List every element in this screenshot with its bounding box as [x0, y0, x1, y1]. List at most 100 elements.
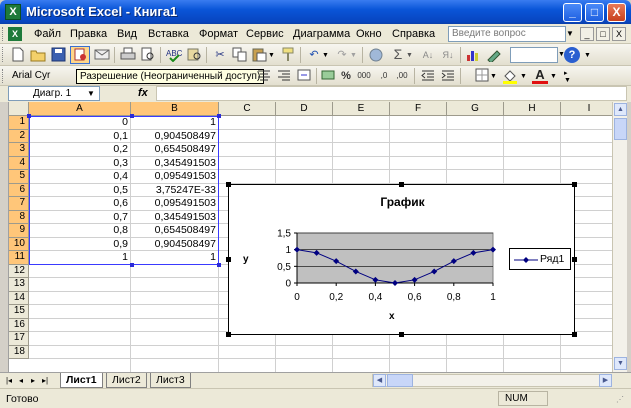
chart-resize-handle[interactable] — [226, 182, 231, 187]
menu-help[interactable]: Справка — [392, 28, 435, 40]
thousands-icon[interactable]: 000 — [356, 68, 372, 84]
cell-a11[interactable]: 1 — [29, 251, 128, 265]
chart-resize-handle[interactable] — [399, 182, 404, 187]
row-header-15[interactable]: 15 — [9, 305, 29, 319]
new-document-icon[interactable] — [10, 47, 26, 63]
spelling-icon[interactable]: ABC — [166, 47, 183, 63]
row-header-8[interactable]: 8 — [9, 210, 29, 224]
fill-color-icon[interactable] — [502, 68, 518, 84]
select-all-corner[interactable] — [9, 102, 29, 116]
copy-icon[interactable] — [232, 47, 248, 63]
cell-b8[interactable]: 0,345491503 — [131, 211, 216, 225]
cell-a3[interactable]: 0,2 — [29, 143, 128, 157]
menu-insert[interactable]: Вставка — [148, 28, 189, 40]
cell-a7[interactable]: 0,6 — [29, 197, 128, 211]
column-header-e[interactable]: E — [333, 102, 390, 116]
cell-a10[interactable]: 0,9 — [29, 238, 128, 252]
scroll-thumb[interactable] — [387, 374, 413, 387]
cell-a9[interactable]: 0,8 — [29, 224, 128, 238]
align-center-icon[interactable] — [256, 68, 272, 84]
sheet-tab-2[interactable]: Лист2 — [106, 373, 147, 388]
drawing-icon[interactable] — [486, 47, 502, 64]
chevron-down-icon[interactable]: ▼ — [350, 52, 357, 59]
decrease-indent-icon[interactable] — [420, 68, 436, 84]
cell-a6[interactable]: 0,5 — [29, 184, 128, 198]
paste-icon[interactable] — [252, 47, 268, 63]
chart-resize-handle[interactable] — [226, 257, 231, 262]
cell-a2[interactable]: 0,1 — [29, 130, 128, 144]
chevron-down-icon[interactable]: ▼ — [550, 73, 557, 80]
cell-b2[interactable]: 0,904508497 — [131, 130, 216, 144]
range-handle[interactable] — [27, 114, 31, 118]
row-header-7[interactable]: 7 — [9, 197, 29, 211]
row-header-2[interactable]: 2 — [9, 129, 29, 143]
title-bar[interactable]: X Microsoft Excel - Книга1 _ □ X — [0, 0, 631, 24]
row-header-12[interactable]: 12 — [9, 264, 29, 278]
menu-edit[interactable]: Правка — [70, 28, 107, 40]
chart-resize-handle[interactable] — [399, 332, 404, 337]
row-header-4[interactable]: 4 — [9, 156, 29, 170]
row-header-13[interactable]: 13 — [9, 278, 29, 292]
column-header-a[interactable]: A — [29, 102, 131, 116]
cell-a8[interactable]: 0,7 — [29, 211, 128, 225]
percent-icon[interactable]: % — [338, 68, 354, 84]
menu-chart[interactable]: Диаграмма — [293, 28, 350, 40]
autosum-icon[interactable]: Σ — [390, 46, 406, 62]
cell-b5[interactable]: 0,095491503 — [131, 170, 216, 184]
borders-icon[interactable] — [474, 68, 490, 84]
sheet-tab-1[interactable]: Лист1 — [60, 373, 103, 388]
column-header-g[interactable]: G — [447, 102, 504, 116]
column-header-i[interactable]: I — [561, 102, 618, 116]
next-sheet-icon[interactable]: ▸ — [28, 375, 38, 386]
chart-resize-handle[interactable] — [572, 332, 577, 337]
font-name-select[interactable]: Arial Cyr — [10, 68, 70, 84]
document-icon[interactable]: X — [8, 27, 22, 41]
cell-b10[interactable]: 0,904508497 — [131, 238, 216, 252]
help-icon[interactable]: ? — [564, 47, 580, 63]
chevron-down-icon[interactable]: ▼ — [268, 52, 275, 59]
chart-wizard-icon[interactable] — [466, 47, 482, 63]
vertical-scrollbar[interactable]: ▲ ▼ — [612, 102, 627, 372]
chart-resize-handle[interactable] — [572, 182, 577, 187]
insert-function-icon[interactable]: fx — [138, 87, 148, 99]
decrease-decimal-icon[interactable]: ,00 — [394, 68, 410, 84]
row-header-11[interactable]: 11 — [9, 251, 29, 265]
maximize-button[interactable]: □ — [585, 3, 604, 22]
doc-minimize-button[interactable]: _ — [580, 27, 594, 41]
row-header-17[interactable]: 17 — [9, 332, 29, 346]
format-painter-icon[interactable] — [280, 47, 296, 63]
menu-view[interactable]: Вид — [117, 28, 137, 40]
chart-resize-handle[interactable] — [226, 332, 231, 337]
row-header-14[interactable]: 14 — [9, 291, 29, 305]
scroll-left-button[interactable]: ◀ — [373, 374, 386, 387]
row-header-16[interactable]: 16 — [9, 318, 29, 332]
chevron-down-icon[interactable]: ▼ — [566, 26, 576, 42]
scroll-down-button[interactable]: ▼ — [614, 357, 627, 370]
hyperlink-icon[interactable] — [368, 47, 384, 63]
row-header-5[interactable]: 5 — [9, 170, 29, 184]
increase-decimal-icon[interactable]: ,0 — [376, 68, 392, 84]
redo-icon[interactable]: ↷ — [334, 47, 350, 63]
print-icon[interactable] — [120, 47, 136, 63]
range-handle[interactable] — [130, 114, 134, 118]
print-preview-icon[interactable] — [140, 47, 156, 63]
toolbar-options-icon[interactable]: ▸ ▼ — [564, 70, 572, 84]
chevron-down-icon[interactable]: ▼ — [490, 73, 497, 80]
chart-object[interactable]: График y x 0 0,5 1 1,5 0 0,2 0,4 0,6 0,8 1 Ряд1 — [228, 184, 575, 335]
minimize-button[interactable]: _ — [563, 3, 582, 22]
last-sheet-icon[interactable]: ▸| — [40, 375, 50, 386]
sort-descending-icon[interactable]: Я↓ — [440, 47, 456, 63]
chevron-down-icon[interactable]: ▼ — [406, 52, 413, 59]
horizontal-scrollbar[interactable]: ◀ ▶ — [372, 374, 612, 387]
column-header-h[interactable]: H — [504, 102, 561, 116]
sheet-tab-3[interactable]: Лист3 — [150, 373, 191, 388]
row-header-6[interactable]: 6 — [9, 183, 29, 197]
menu-format[interactable]: Формат — [199, 28, 238, 40]
email-icon[interactable] — [94, 47, 110, 63]
close-button[interactable]: X — [607, 3, 626, 22]
cell-a5[interactable]: 0,4 — [29, 170, 128, 184]
cell-b1[interactable]: 1 — [131, 116, 216, 130]
zoom-select[interactable] — [510, 47, 558, 63]
chevron-down-icon[interactable]: ▼ — [584, 52, 591, 59]
currency-icon[interactable] — [320, 68, 336, 84]
